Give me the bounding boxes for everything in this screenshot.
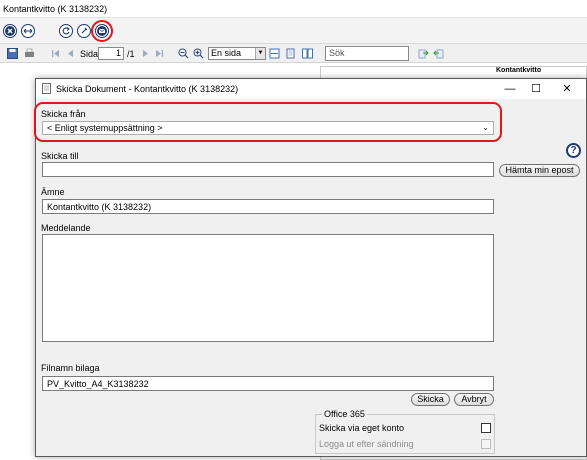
cancel-button[interactable]: Avbryt [454, 393, 494, 406]
find-previous-icon[interactable] [433, 48, 444, 59]
dialog-title: Skicka Dokument - Kontantkvitto (K 31382… [56, 84, 239, 94]
subject-label: Ämne [41, 187, 65, 197]
send-document-dialog: Skicka Dokument - Kontantkvitto (K 31382… [34, 78, 587, 457]
filename-label: Filnamn bilaga [41, 363, 100, 373]
search-input[interactable]: Sök [325, 46, 409, 61]
print-icon[interactable] [24, 48, 35, 59]
filename-field[interactable]: PV_Kvitto_A4_K3138232 [42, 376, 494, 391]
zoom-select[interactable]: En sida ▼ [208, 47, 266, 60]
fetch-email-button[interactable]: Hämta min epost [499, 164, 580, 177]
find-next-icon[interactable] [418, 48, 429, 59]
page-total: /1 [127, 49, 135, 59]
page-number-input[interactable]: 1 [98, 47, 124, 60]
own-account-label: Skicka via eget konto [319, 423, 405, 433]
fit-page-icon[interactable] [269, 48, 280, 59]
office365-group-label: Office 365 [322, 409, 367, 419]
close-report-button[interactable] [3, 24, 17, 38]
minimize-button[interactable]: — [503, 82, 517, 96]
logout-checkbox[interactable] [481, 439, 491, 449]
main-toolbar [0, 18, 587, 44]
subject-field[interactable]: Kontantkvitto (K 3138232) [42, 199, 494, 214]
pin-icon [81, 27, 88, 34]
chevron-down-icon: ▼ [255, 48, 265, 59]
last-page-icon[interactable] [154, 48, 165, 59]
save-icon[interactable] [7, 48, 18, 59]
report-heading: Kontantkvitto [496, 67, 542, 74]
document-icon [42, 83, 51, 94]
send-button[interactable]: Skicka [411, 393, 450, 406]
own-account-checkbox[interactable] [481, 423, 491, 433]
close-dialog-button[interactable]: ✕ [560, 82, 574, 96]
office365-group: Office 365 Skicka via eget konto Logga u… [315, 409, 495, 454]
attach-button[interactable] [77, 24, 91, 38]
logout-label: Logga ut efter sändning [319, 439, 414, 449]
zoom-in-icon[interactable] [193, 48, 204, 59]
page-label: Sida [80, 49, 99, 59]
previous-page-icon[interactable] [65, 48, 76, 59]
fit-width-button[interactable] [21, 24, 35, 38]
refresh-button[interactable] [59, 24, 73, 38]
refresh-icon [62, 27, 70, 35]
send-to-label: Skicka till [41, 151, 79, 161]
zoom-out-icon[interactable] [178, 48, 189, 59]
help-icon[interactable]: ? [566, 143, 581, 158]
send-to-field[interactable] [42, 162, 494, 177]
viewer-toolbar: Sida 1 /1 En sida ▼ Sök [0, 44, 587, 63]
send-from-highlight [34, 102, 502, 142]
two-page-icon[interactable] [302, 48, 313, 59]
next-page-icon[interactable] [140, 48, 151, 59]
zoom-select-value: En sida [211, 48, 242, 58]
arrows-horizontal-icon [23, 28, 33, 34]
message-textarea[interactable] [42, 234, 494, 342]
first-page-icon[interactable] [50, 48, 61, 59]
maximize-button[interactable]: ☐ [529, 82, 543, 96]
dialog-titlebar: Skicka Dokument - Kontantkvitto (K 31382… [36, 79, 586, 99]
single-page-icon[interactable] [285, 48, 296, 59]
window-title: Kontantkvitto (K 3138232) [0, 0, 587, 18]
message-label: Meddelande [41, 223, 91, 233]
close-icon [5, 26, 15, 36]
highlight-ring [91, 20, 113, 42]
